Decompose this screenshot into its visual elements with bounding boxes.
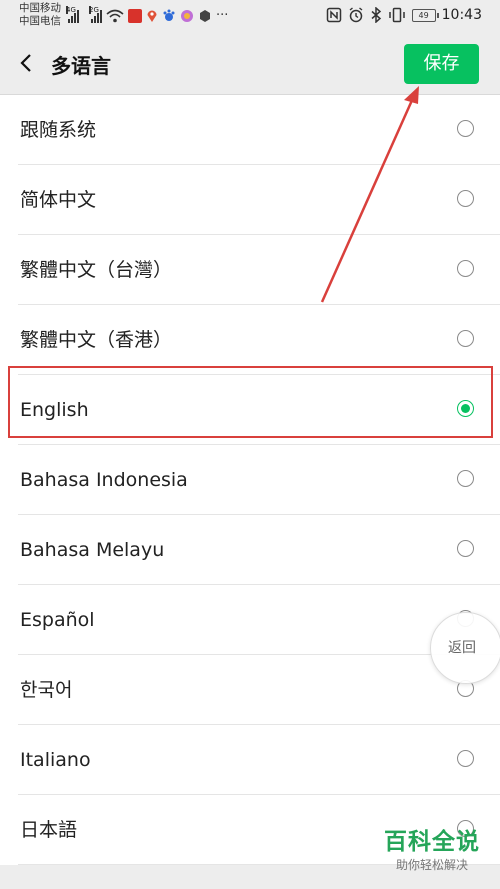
- carrier-2: 中国电信: [19, 15, 61, 27]
- app-notification-icon: [128, 8, 142, 23]
- back-arrow-icon[interactable]: [16, 52, 38, 74]
- radio-icon[interactable]: [457, 260, 474, 277]
- radio-icon[interactable]: [457, 540, 474, 557]
- language-option[interactable]: Bahasa Melayu: [0, 515, 500, 585]
- nfc-icon: [326, 7, 341, 23]
- bluetooth-icon: [371, 7, 381, 23]
- language-list: 跟随系统简体中文繁體中文（台灣） 繁體中文（香港） English Bahasa In…: [0, 95, 500, 865]
- radio-selected-icon[interactable]: [457, 400, 474, 417]
- language-option[interactable]: Bahasa Indonesia: [0, 445, 500, 515]
- language-option[interactable]: 繁體中文（台灣）: [0, 235, 500, 305]
- radio-icon[interactable]: [457, 470, 474, 487]
- language-label: 跟随系统: [20, 119, 97, 141]
- vibrate-icon: [388, 7, 405, 23]
- alarm-icon: [349, 7, 363, 23]
- language-label: Bahasa Indonesia: [20, 469, 188, 491]
- status-bar: 中国移动 中国电信 4G 2G ··· 49 10:43: [0, 0, 500, 34]
- wifi-icon: [106, 9, 124, 22]
- radio-icon[interactable]: [457, 120, 474, 137]
- language-option[interactable]: English: [0, 375, 500, 445]
- save-button[interactable]: 保存: [404, 44, 479, 84]
- app-icon: [200, 9, 210, 22]
- radio-icon[interactable]: [457, 330, 474, 347]
- language-option[interactable]: 한국어: [0, 655, 500, 725]
- language-option[interactable]: 简体中文: [0, 165, 500, 235]
- network-type: 4G: [66, 5, 76, 14]
- network-type: 2G: [89, 5, 99, 14]
- clock: 10:43: [441, 7, 482, 23]
- language-label: Español: [20, 609, 95, 631]
- language-option[interactable]: 跟随系统: [0, 95, 500, 165]
- radio-icon[interactable]: [457, 190, 474, 207]
- radio-icon[interactable]: [457, 750, 474, 767]
- language-label: 繁體中文（香港）: [20, 329, 173, 351]
- language-label: 简体中文: [20, 189, 97, 211]
- language-label: Italiano: [20, 749, 91, 771]
- carrier-1: 中国移动: [19, 2, 61, 14]
- page-title: 多语言: [51, 54, 111, 78]
- language-label: 日本語: [20, 819, 78, 841]
- language-option[interactable]: Español: [0, 585, 500, 655]
- more-icon: ···: [216, 8, 229, 23]
- watermark-slogan: 助你轻松解决: [395, 858, 468, 872]
- nav-header: 多语言 保存: [0, 34, 500, 95]
- language-label: 繁體中文（台灣）: [20, 259, 173, 281]
- floating-back-button[interactable]: 返回: [430, 612, 500, 684]
- language-option[interactable]: 繁體中文（香港）: [0, 305, 500, 375]
- signal-icon: 2G: [89, 5, 102, 23]
- status-right-icons: 49 10:43: [326, 7, 482, 23]
- baidu-icon: [163, 9, 175, 21]
- app-icon: [181, 9, 193, 22]
- language-label: 한국어: [20, 679, 73, 701]
- language-label: Bahasa Melayu: [20, 539, 165, 561]
- language-label: English: [20, 399, 89, 421]
- watermark: 百科全说 助你轻松解决: [372, 828, 492, 874]
- watermark-brand: 百科全说: [384, 829, 480, 855]
- carrier-info: 中国移动 中国电信: [19, 2, 61, 28]
- location-pin-icon: [147, 9, 157, 22]
- status-left-icons: 4G 2G ···: [66, 5, 229, 23]
- signal-icon: 4G: [66, 5, 79, 23]
- language-option[interactable]: Italiano: [0, 725, 500, 795]
- battery-icon: 49: [411, 8, 439, 22]
